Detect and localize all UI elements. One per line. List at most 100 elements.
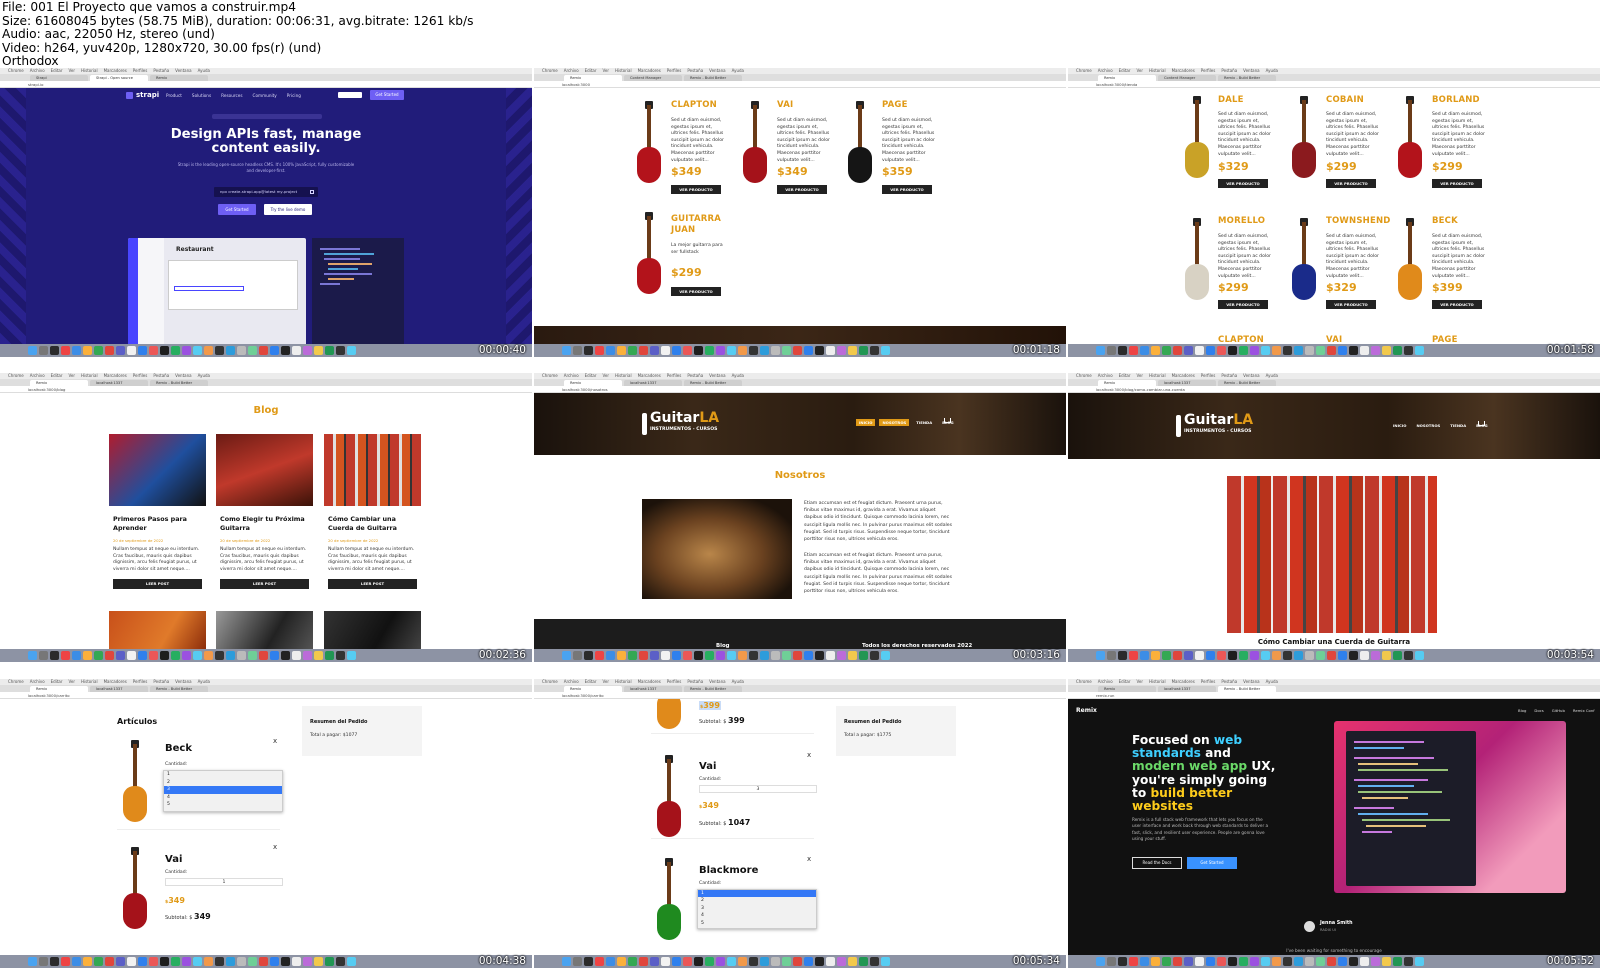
ver-producto-button[interactable]: VER PRODUCTO xyxy=(1326,179,1376,188)
logo-accent[interactable]: LA xyxy=(699,410,719,426)
qty-option[interactable]: 5 xyxy=(167,801,282,809)
logo-text[interactable]: Guitar xyxy=(1184,412,1233,428)
address-bar[interactable]: localhost:3000/blog xyxy=(0,386,532,393)
address-bar[interactable]: localhost:3000/nosotros xyxy=(534,386,1066,393)
product-desc: Sed ut diam euismod, egestas ipsum et, u… xyxy=(1326,112,1379,157)
get-started-button[interactable]: Get Started xyxy=(218,204,256,215)
nav-remix-conf[interactable]: Remix Conf xyxy=(1573,708,1595,713)
logo-text[interactable]: Guitar xyxy=(650,410,699,426)
copy-icon[interactable] xyxy=(310,190,314,194)
qty-option[interactable]: 4 xyxy=(701,912,816,919)
nav-tienda[interactable]: TIENDA xyxy=(913,419,935,426)
qty-option[interactable]: 2 xyxy=(167,779,282,787)
leer-post-button[interactable]: LEER POST xyxy=(113,579,202,589)
nav-pricing[interactable]: Pricing xyxy=(287,93,301,98)
qty-dropdown[interactable]: 1 2 3 4 5 xyxy=(697,889,817,929)
qty-value: 1 xyxy=(222,880,226,885)
qty-option-selected[interactable]: 3 xyxy=(164,786,282,794)
thumbnail-6: Chrome Archivo Editar Ver Historial Marcadore… xyxy=(1068,373,1600,662)
remix-logo[interactable]: Remix xyxy=(1076,707,1097,714)
hero-headline: Focused on web standards and modern web … xyxy=(1132,733,1282,813)
ver-producto-button[interactable]: VER PRODUCTO xyxy=(1218,179,1268,188)
qty-value: 3 xyxy=(756,787,760,792)
get-started-button[interactable]: Get Started xyxy=(1187,857,1237,869)
product-price: $299 xyxy=(671,266,702,279)
summary-total: Total a pagar: $1775 xyxy=(844,733,892,738)
product-desc: Sed ut diam euismod, egestas ipsum et, u… xyxy=(1218,112,1271,157)
nav-nosotros[interactable]: NOSOTROS xyxy=(879,419,910,426)
address-bar[interactable]: remix.run xyxy=(1068,692,1600,699)
product-price: $359 xyxy=(882,165,913,178)
get-started-nav-button[interactable]: Get Started xyxy=(370,90,404,100)
strapi-logo[interactable]: strapi xyxy=(136,91,159,99)
qty-option-selected[interactable]: 1 xyxy=(698,890,816,898)
command-box[interactable]: npx create-strapi-app@latest my-project xyxy=(214,187,318,197)
qty-option[interactable]: 1 xyxy=(167,771,282,779)
close-icon[interactable]: x xyxy=(807,855,811,863)
product-name: PAGE xyxy=(1432,335,1458,344)
nav-github[interactable]: GitHub xyxy=(1552,708,1565,713)
read-docs-button[interactable]: Read the Docs xyxy=(1132,857,1182,869)
qty-option[interactable]: 3 xyxy=(701,905,816,912)
nav-community[interactable]: Community xyxy=(253,93,277,98)
audio-info: Audio: aac, 22050 Hz, stereo (und) xyxy=(2,27,215,42)
ver-producto-button[interactable]: VER PRODUCTO xyxy=(671,185,721,194)
post-title: Cómo Cambiar una Cuerda de Guitarra xyxy=(328,515,397,532)
nav-product[interactable]: Product xyxy=(166,93,182,98)
ver-producto-button[interactable]: VER PRODUCTO xyxy=(777,185,827,194)
github-badge[interactable] xyxy=(338,92,362,98)
address-bar[interactable]: localhost:3000/tienda xyxy=(1068,81,1600,88)
item-name: Vai xyxy=(165,854,183,865)
ver-producto-button[interactable]: VER PRODUCTO xyxy=(1218,300,1268,309)
address-bar[interactable]: localhost:3000/carrito xyxy=(0,692,532,699)
close-icon[interactable]: x xyxy=(273,737,277,745)
subtotal-value: 349 xyxy=(194,912,211,921)
nav-tienda[interactable]: TIENDA xyxy=(1447,422,1469,429)
remix-page: Remix Blog Docs GitHub Remix Conf Focuse… xyxy=(1068,699,1600,955)
cart-icon[interactable] xyxy=(944,418,951,423)
product-name: DALE xyxy=(1218,95,1244,105)
address-bar[interactable]: localhost:3000 xyxy=(534,81,1066,88)
product-price: $299 xyxy=(1218,281,1249,294)
store-page: CLAPTON Sed ut diam euismod, egestas ips… xyxy=(534,88,1066,344)
summary-total: Total a pagar: $1077 xyxy=(310,733,358,738)
ver-producto-button[interactable]: VER PRODUCTO xyxy=(1432,300,1482,309)
tab-bar: Remix localhost:1337 Remix - Build Better xyxy=(0,685,532,692)
headline-modern: modern web app xyxy=(1132,759,1248,774)
address-bar[interactable]: localhost:3000/carrito xyxy=(534,692,1066,699)
qty-select[interactable]: 1 xyxy=(165,878,283,886)
qty-option[interactable]: 5 xyxy=(701,920,816,927)
nav-nosotros[interactable]: NOSOTROS xyxy=(1413,422,1443,429)
ver-producto-button[interactable]: VER PRODUCTO xyxy=(1432,179,1482,188)
guitar-logo-icon xyxy=(1176,415,1181,437)
store-page: DALE Sed ut diam euismod, egestas ipsum … xyxy=(1068,88,1600,344)
nav-inicio[interactable]: INICIO xyxy=(856,419,876,426)
nav-resources[interactable]: Resources xyxy=(221,93,242,98)
close-icon[interactable]: x xyxy=(273,843,277,851)
nav-docs[interactable]: Docs xyxy=(1534,708,1543,713)
address-bar[interactable]: strapi.io xyxy=(0,81,532,88)
ver-producto-button[interactable]: VER PRODUCTO xyxy=(1326,300,1376,309)
leer-post-button[interactable]: LEER POST xyxy=(220,579,309,589)
ver-producto-button[interactable]: VER PRODUCTO xyxy=(882,185,932,194)
qty-option[interactable]: 4 xyxy=(167,794,282,802)
address-bar[interactable]: localhost:3000/blog/como-cambiar-una-cue… xyxy=(1068,386,1600,393)
qty-dropdown[interactable]: 1 2 3 4 5 xyxy=(163,770,283,812)
tag-line: Orthodox xyxy=(2,54,59,69)
live-demo-button[interactable]: Try the live demo xyxy=(264,204,312,215)
nav-solutions[interactable]: Solutions xyxy=(192,93,211,98)
ver-producto-button[interactable]: VER PRODUCTO xyxy=(671,287,721,296)
cart-icon[interactable] xyxy=(1478,421,1485,426)
nav-inicio[interactable]: INICIO xyxy=(1390,422,1409,429)
logo-accent[interactable]: LA xyxy=(1233,412,1253,428)
product-name: BECK xyxy=(1432,216,1458,226)
qty-option[interactable]: 2 xyxy=(701,897,816,904)
close-icon[interactable]: x xyxy=(807,751,811,759)
leer-post-button[interactable]: LEER POST xyxy=(328,579,417,589)
tab-bar: Remix Content Manager Remix - Build Better xyxy=(1068,74,1600,81)
product-name: PAGE xyxy=(882,100,908,110)
nav-blog[interactable]: Blog xyxy=(1518,708,1526,713)
product-name: VAI xyxy=(777,100,794,110)
qty-select[interactable]: 3 xyxy=(699,785,817,793)
post-excerpt: Nullam tempus at neque eu interdum. Cras… xyxy=(328,547,415,572)
